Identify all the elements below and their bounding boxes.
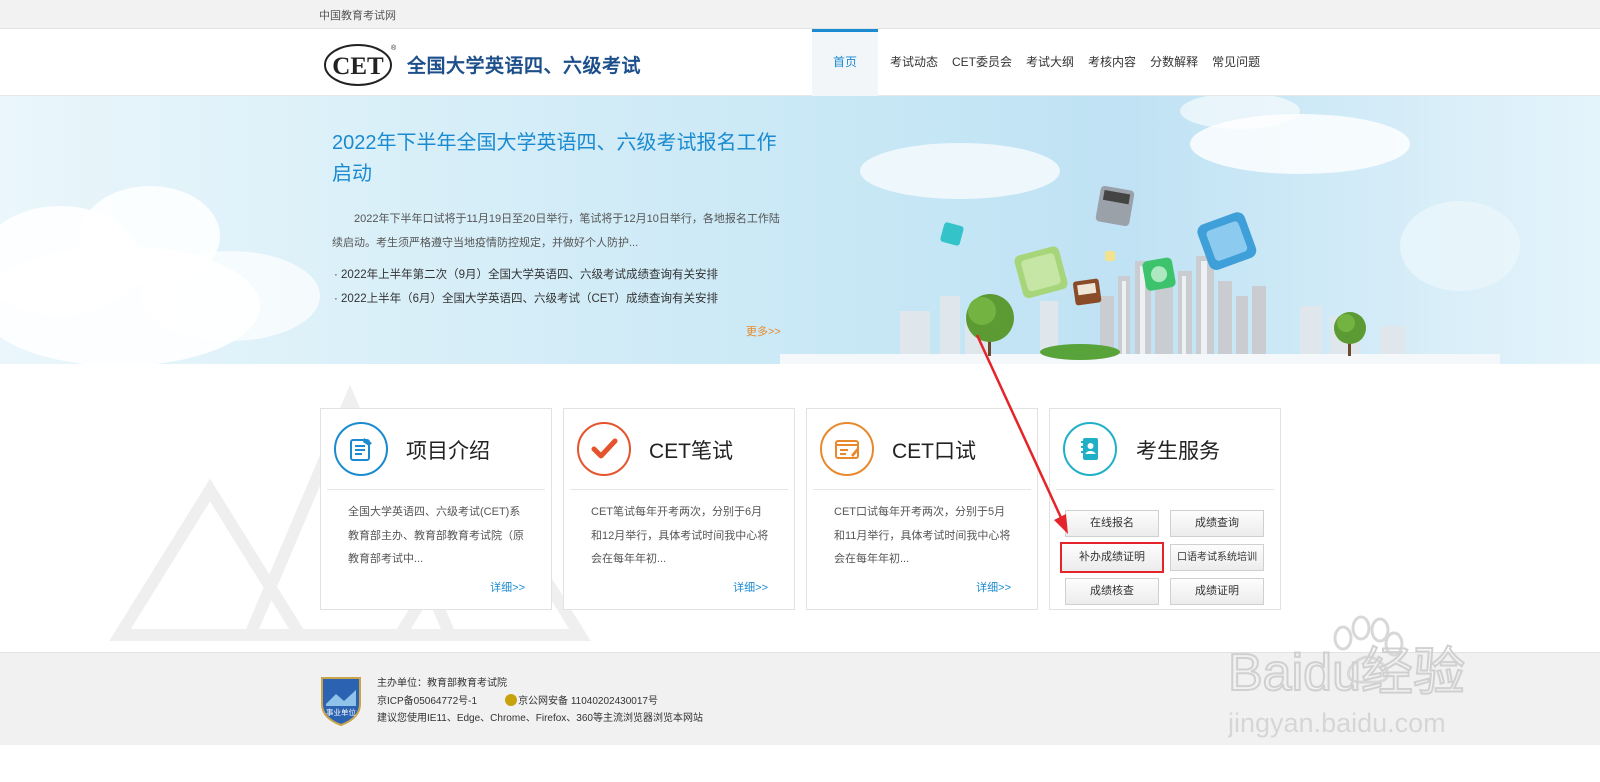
more-link[interactable]: 更多>> [746,323,781,339]
card-title: 项目介绍 [406,440,490,463]
top-bar: 中国教育考试网 [0,0,1600,29]
online-registration-button[interactable]: 在线报名 [1065,510,1159,537]
main-nav: 首页 考试动态 CET委员会 考试大纲 考核内容 分数解释 常见问题 [812,29,1267,96]
icp-link[interactable]: 京ICP备05064772号-1 [377,696,477,707]
watermark-brand: Baidu经验 [1228,644,1465,702]
score-certificate-button[interactable]: 成绩证明 [1170,578,1264,605]
screen-edit-icon [820,422,874,476]
site-name-link[interactable]: 中国教育考试网 [319,7,396,23]
checkmark-icon [577,422,631,476]
nav-faq[interactable]: 常见问题 [1205,29,1267,96]
oral-test-training-button[interactable]: 口语考试系统培训 [1170,544,1264,571]
public-institution-badge[interactable]: 事业单位 [320,674,362,726]
card-title: CET口试 [892,440,976,463]
news-item[interactable]: · 2022上半年（6月）全国大学英语四、六级考试（CET）成绩查询有关安排 [332,287,782,311]
watermark-url: jingyan.baidu.com [1228,708,1446,738]
document-icon [334,422,388,476]
city-cubes-illustration [780,185,1500,364]
news-list: · 2022年上半年第二次（9月）全国大学英语四、六级考试成绩查询有关安排 · … [332,263,782,311]
cet-logo[interactable]: CET ® [324,42,396,86]
card-title: CET笔试 [649,440,733,463]
score-query-button[interactable]: 成绩查询 [1170,510,1264,537]
detail-link[interactable]: 详细>> [733,579,768,595]
banner: 2022年下半年全国大学英语四、六级考试报名工作启动 2022年下半年口试将于1… [0,96,1600,364]
police-badge-icon [505,693,518,706]
reissue-certificate-button[interactable]: 补办成绩证明 [1060,542,1164,573]
card-description: CET口试每年开考两次，分别于5月和11月举行，具体考试时间我中心将会在每年年初… [834,506,1011,565]
card-description: 全国大学英语四、六级考试(CET)系教育部主办、教育部教育考试院（原教育部考试中… [348,506,524,565]
nav-home[interactable]: 首页 [812,29,878,96]
headline-link[interactable]: 2022年下半年全国大学英语四、六级考试报名工作启动 [332,128,782,190]
divider [327,489,545,490]
nav-exam-news[interactable]: 考试动态 [883,29,945,96]
headline-summary: 2022年下半年口试将于11月19日至20日举行，笔试将于12月10日举行，各地… [332,213,780,249]
svg-text:®: ® [391,44,396,52]
badge-text: 事业单位 [326,707,356,717]
card-candidate-services: 考生服务 在线报名 成绩查询 补办成绩证明 口语考试系统培训 成绩核查 成绩证明 [1049,408,1281,610]
divider [813,489,1031,490]
detail-link[interactable]: 详细>> [490,579,525,595]
card-cet-oral[interactable]: CET口试 CET口试每年开考两次，分别于5月和11月举行，具体考试时间我中心将… [806,408,1038,610]
footer-info: 主办单位：教育部教育考试院 京ICP备05064772号-1 京公网安备 1104… [377,675,703,728]
news-item[interactable]: · 2022年上半年第二次（9月）全国大学英语四、六级考试成绩查询有关安排 [332,263,782,287]
card-project-intro[interactable]: 项目介绍 全国大学英语四、六级考试(CET)系教育部主办、教育部教育考试院（原教… [320,408,552,610]
detail-link[interactable]: 详细>> [976,579,1011,595]
nav-syllabus[interactable]: 考试大纲 [1019,29,1081,96]
contacts-book-icon [1063,422,1117,476]
header: CET ® 全国大学英语四、六级考试 首页 考试动态 CET委员会 考试大纲 考… [0,29,1600,96]
baidu-jingyan-watermark: Baidu经验 jingyan.baidu.com [1228,615,1466,738]
site-title: 全国大学英语四、六级考试 [407,56,642,77]
host-unit: 主办单位：教育部教育考试院 [377,678,507,689]
score-review-button[interactable]: 成绩核查 [1065,578,1159,605]
card-title: 考生服务 [1136,440,1220,463]
nav-score-explanation[interactable]: 分数解释 [1143,29,1205,96]
nav-cet-committee[interactable]: CET委员会 [945,29,1019,96]
logo-text: CET [332,53,384,80]
divider [1056,489,1274,490]
browser-tip: 建议您使用IE11、Edge、Chrome、Firefox、360等主流浏览器浏… [377,713,703,724]
police-record-link[interactable]: 京公网安备 11040202430017号 [518,696,658,707]
nav-content[interactable]: 考核内容 [1081,29,1143,96]
card-description: CET笔试每年开考两次，分别于6月和12月举行，具体考试时间我中心将会在每年年初… [591,506,769,565]
banner-content: 2022年下半年全国大学英语四、六级考试报名工作启动 2022年下半年口试将于1… [332,128,782,311]
divider [570,489,788,490]
card-cet-written[interactable]: CET笔试 CET笔试每年开考两次，分别于6月和12月举行，具体考试时间我中心将… [563,408,795,610]
